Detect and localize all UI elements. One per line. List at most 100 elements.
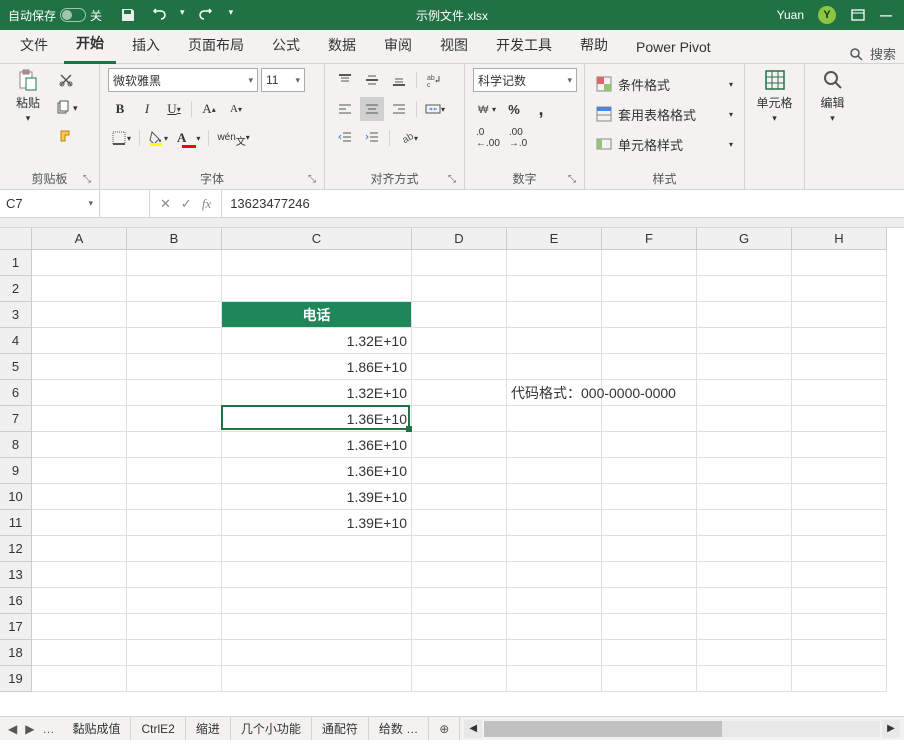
- align-middle-button[interactable]: [360, 68, 384, 92]
- cell-A18[interactable]: [32, 640, 127, 666]
- cell-E7[interactable]: [507, 406, 602, 432]
- cell-H10[interactable]: [792, 484, 887, 510]
- edit-button[interactable]: 编辑 ▾: [813, 68, 852, 124]
- row-header-17[interactable]: 17: [0, 614, 32, 640]
- cell-E8[interactable]: [507, 432, 602, 458]
- orientation-button[interactable]: ab▾: [395, 126, 421, 150]
- cell-B2[interactable]: [127, 276, 222, 302]
- cell-C19[interactable]: [222, 666, 412, 692]
- cell-H13[interactable]: [792, 562, 887, 588]
- formula-input[interactable]: 13623477246: [222, 190, 904, 217]
- cell-D19[interactable]: [412, 666, 507, 692]
- dialog-launcher-icon[interactable]: ⤡: [308, 174, 316, 185]
- cell-D3[interactable]: [412, 302, 507, 328]
- cell-D18[interactable]: [412, 640, 507, 666]
- spreadsheet-grid[interactable]: ABCDEFGH 1234567891011121316171819 电话1.3…: [0, 228, 904, 716]
- cell-B17[interactable]: [127, 614, 222, 640]
- font-size-combo[interactable]: 11▾: [261, 68, 305, 92]
- cells-button[interactable]: 单元格 ▾: [755, 68, 795, 124]
- borders-button[interactable]: ▾: [108, 126, 134, 150]
- cell-H11[interactable]: [792, 510, 887, 536]
- cell-A11[interactable]: [32, 510, 127, 536]
- conditional-format-button[interactable]: 条件格式▾: [593, 72, 736, 96]
- row-header-6[interactable]: 6: [0, 380, 32, 406]
- scroll-right-icon[interactable]: ▶: [882, 720, 900, 738]
- cell-A8[interactable]: [32, 432, 127, 458]
- cell-A16[interactable]: [32, 588, 127, 614]
- grow-font-button[interactable]: A▴: [197, 97, 221, 121]
- tab-help[interactable]: 帮助: [568, 27, 620, 63]
- cell-F11[interactable]: [602, 510, 697, 536]
- search-icon[interactable]: [848, 46, 864, 62]
- row-header-12[interactable]: 12: [0, 536, 32, 562]
- merge-button[interactable]: ▾: [422, 97, 448, 121]
- name-box[interactable]: C7 ▾: [0, 190, 100, 217]
- sheet-prev-icon[interactable]: ◀: [8, 722, 17, 736]
- cell-G8[interactable]: [697, 432, 792, 458]
- sheet-next-icon[interactable]: ▶: [25, 722, 34, 736]
- cell-G9[interactable]: [697, 458, 792, 484]
- sheet-tab-4[interactable]: 通配符: [312, 717, 369, 740]
- row-header-8[interactable]: 8: [0, 432, 32, 458]
- cell-A6[interactable]: [32, 380, 127, 406]
- save-icon[interactable]: [120, 7, 136, 23]
- tab-view[interactable]: 视图: [428, 27, 480, 63]
- cell-G17[interactable]: [697, 614, 792, 640]
- select-all-corner[interactable]: [0, 228, 32, 250]
- cell-B6[interactable]: [127, 380, 222, 406]
- paste-button[interactable]: 粘贴 ▾: [8, 68, 48, 124]
- col-header-A[interactable]: A: [32, 228, 127, 250]
- phonetic-button[interactable]: wén文▾: [214, 126, 252, 150]
- cell-D1[interactable]: [412, 250, 507, 276]
- cell-H2[interactable]: [792, 276, 887, 302]
- cell-B9[interactable]: [127, 458, 222, 484]
- enter-icon[interactable]: ✓: [181, 196, 192, 212]
- row-header-13[interactable]: 13: [0, 562, 32, 588]
- cell-A19[interactable]: [32, 666, 127, 692]
- col-header-C[interactable]: C: [222, 228, 412, 250]
- cell-C2[interactable]: [222, 276, 412, 302]
- percent-button[interactable]: %: [502, 97, 526, 121]
- row-header-2[interactable]: 2: [0, 276, 32, 302]
- col-header-G[interactable]: G: [697, 228, 792, 250]
- cell-H3[interactable]: [792, 302, 887, 328]
- italic-button[interactable]: I: [135, 97, 159, 121]
- cell-C1[interactable]: [222, 250, 412, 276]
- cell-H6[interactable]: [792, 380, 887, 406]
- row-header-11[interactable]: 11: [0, 510, 32, 536]
- increase-indent-button[interactable]: [360, 126, 384, 150]
- cell-H18[interactable]: [792, 640, 887, 666]
- cell-G10[interactable]: [697, 484, 792, 510]
- undo-icon[interactable]: [150, 7, 166, 23]
- cell-E4[interactable]: [507, 328, 602, 354]
- cell-A12[interactable]: [32, 536, 127, 562]
- cell-E1[interactable]: [507, 250, 602, 276]
- autosave-toggle[interactable]: 自动保存 关: [0, 7, 110, 24]
- font-color-button[interactable]: A▾: [174, 126, 203, 150]
- tab-powerpivot[interactable]: Power Pivot: [624, 31, 723, 63]
- dialog-launcher-icon[interactable]: ⤡: [448, 174, 456, 185]
- scroll-left-icon[interactable]: ◀: [464, 720, 482, 738]
- cell-A13[interactable]: [32, 562, 127, 588]
- cell-C9[interactable]: 1.36E+10: [222, 458, 412, 484]
- cell-E5[interactable]: [507, 354, 602, 380]
- cell-E18[interactable]: [507, 640, 602, 666]
- col-header-D[interactable]: D: [412, 228, 507, 250]
- row-header-3[interactable]: 3: [0, 302, 32, 328]
- cell-styles-button[interactable]: 单元格样式▾: [593, 132, 736, 156]
- cell-C6[interactable]: 1.32E+10: [222, 380, 412, 406]
- cell-F8[interactable]: [602, 432, 697, 458]
- sheet-tab-2[interactable]: 缩进: [186, 717, 231, 740]
- align-left-button[interactable]: [333, 97, 357, 121]
- decrease-decimal-button[interactable]: .00→.0: [506, 126, 530, 150]
- row-header-10[interactable]: 10: [0, 484, 32, 510]
- row-header-4[interactable]: 4: [0, 328, 32, 354]
- cell-D12[interactable]: [412, 536, 507, 562]
- bold-button[interactable]: B: [108, 97, 132, 121]
- cell-G6[interactable]: [697, 380, 792, 406]
- qat-more-icon[interactable]: ▾: [229, 7, 234, 23]
- cell-C8[interactable]: 1.36E+10: [222, 432, 412, 458]
- cell-E6[interactable]: 代码格式：000-0000-0000: [507, 380, 602, 406]
- cell-A2[interactable]: [32, 276, 127, 302]
- cell-C17[interactable]: [222, 614, 412, 640]
